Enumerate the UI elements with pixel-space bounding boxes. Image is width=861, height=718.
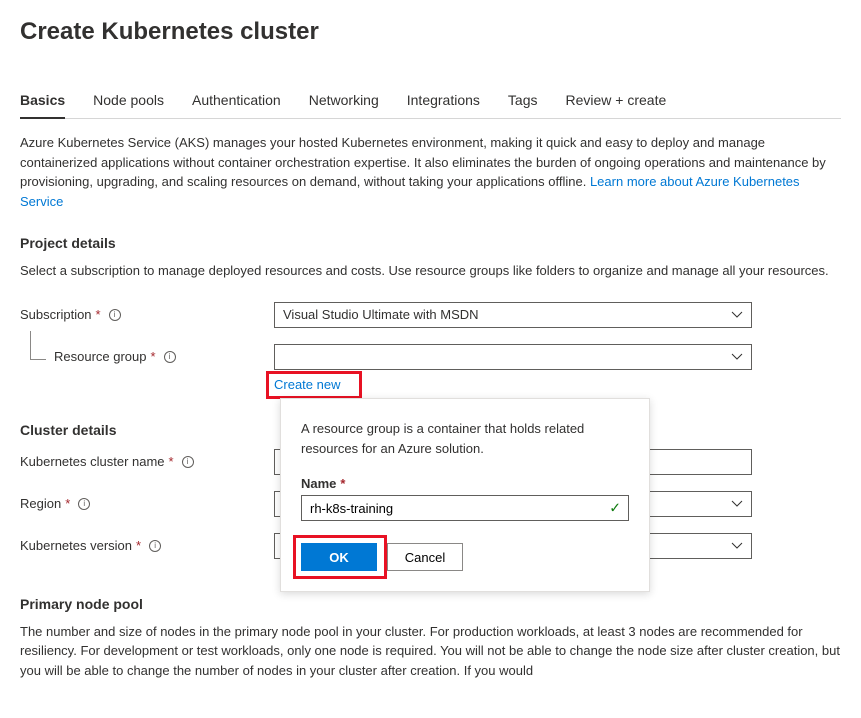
required-marker: * [340,476,345,491]
resource-group-label: Resource group [54,349,147,364]
required-marker: * [96,307,101,322]
page-title: Create Kubernetes cluster [20,18,841,46]
info-icon[interactable]: i [182,456,194,468]
version-label: Kubernetes version [20,538,132,553]
tab-tags[interactable]: Tags [508,86,538,118]
create-new-link[interactable]: Create new [274,377,340,392]
cluster-name-label: Kubernetes cluster name [20,454,165,469]
primary-pool-desc: The number and size of nodes in the prim… [20,622,841,681]
resource-group-dropdown[interactable] [274,344,752,370]
primary-pool-heading: Primary node pool [20,596,841,612]
tab-authentication[interactable]: Authentication [192,86,281,118]
tab-review-create[interactable]: Review + create [566,86,667,118]
region-label: Region [20,496,61,511]
ok-button[interactable]: OK [301,543,377,571]
info-icon[interactable]: i [78,498,90,510]
intro-text: Azure Kubernetes Service (AKS) manages y… [20,133,841,211]
chevron-down-icon [731,542,743,550]
required-marker: * [136,538,141,553]
project-details-heading: Project details [20,235,841,251]
info-icon[interactable]: i [109,309,121,321]
project-details-desc: Select a subscription to manage deployed… [20,261,841,281]
required-marker: * [65,496,70,511]
check-icon: ✓ [609,500,621,517]
chevron-down-icon [731,353,743,361]
info-icon[interactable]: i [149,540,161,552]
create-resource-group-popover: A resource group is a container that hol… [280,398,650,592]
tab-bar: Basics Node pools Authentication Network… [20,86,841,119]
tab-basics[interactable]: Basics [20,86,65,118]
chevron-down-icon [731,311,743,319]
info-icon[interactable]: i [164,351,176,363]
popover-name-label: Name [301,476,336,491]
subscription-label: Subscription [20,307,92,322]
resource-group-name-input[interactable] [301,495,629,521]
chevron-down-icon [731,500,743,508]
subscription-value: Visual Studio Ultimate with MSDN [283,307,479,322]
subscription-dropdown[interactable]: Visual Studio Ultimate with MSDN [274,302,752,328]
required-marker: * [151,349,156,364]
tab-integrations[interactable]: Integrations [407,86,480,118]
popover-desc: A resource group is a container that hol… [301,419,629,458]
required-marker: * [169,454,174,469]
tab-node-pools[interactable]: Node pools [93,86,164,118]
tab-networking[interactable]: Networking [309,86,379,118]
cancel-button[interactable]: Cancel [387,543,463,571]
